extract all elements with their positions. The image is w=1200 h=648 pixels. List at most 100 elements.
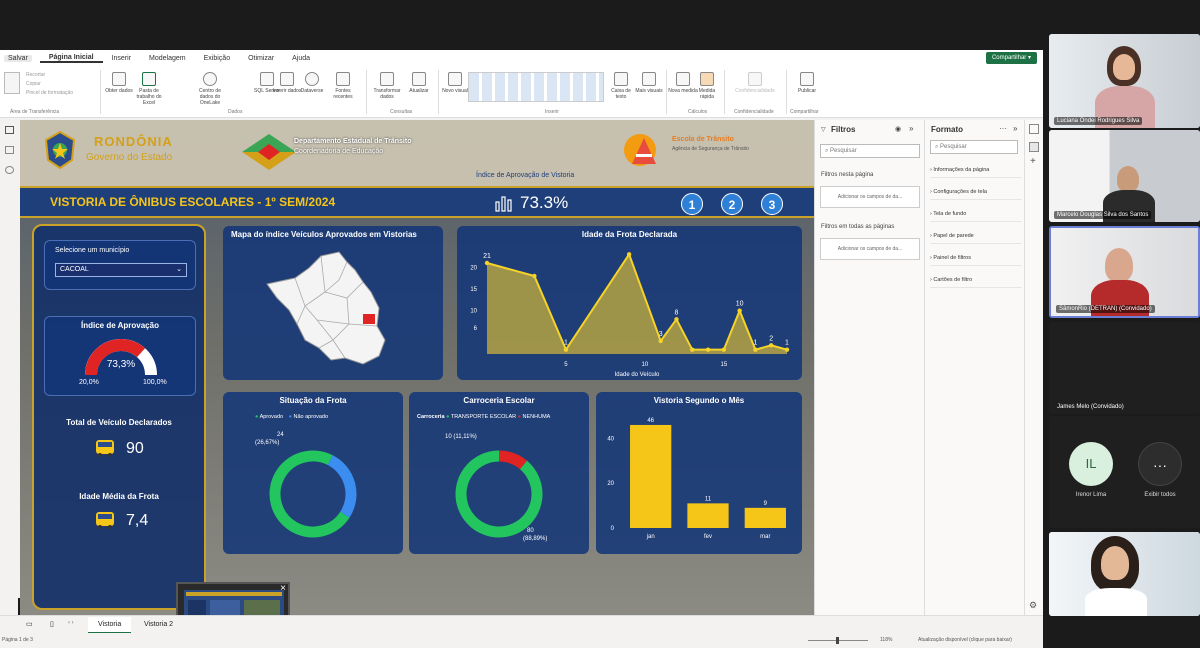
add-icon[interactable]: + — [1030, 156, 1036, 167]
mobile-view-icon[interactable]: ▯ — [50, 620, 54, 628]
excel-button[interactable]: Pasta de trabalho do Excel — [134, 72, 164, 106]
selected-municipio-region[interactable] — [363, 314, 375, 324]
format-wallpaper[interactable]: › Papel de parede — [930, 228, 1022, 244]
cut-button[interactable]: Recortar — [26, 71, 73, 80]
tab-vistoria-2[interactable]: Vistoria 2 — [136, 617, 181, 634]
data-point[interactable] — [658, 338, 663, 344]
publish-button[interactable]: Publicar — [792, 72, 822, 94]
menu-view[interactable]: Exibição — [195, 55, 239, 62]
format-search-input[interactable]: ⌕ Pesquisar — [930, 140, 1018, 154]
update-available[interactable]: Atualização disponível (clique para baix… — [918, 637, 1012, 643]
tab-nav-icon[interactable]: ‹ › — [68, 620, 74, 626]
menu-insert[interactable]: Inserir — [103, 55, 140, 62]
bar-jan[interactable] — [630, 424, 672, 528]
menu-home[interactable]: Página Inicial — [39, 54, 103, 63]
format-pane-icon[interactable] — [1029, 142, 1039, 152]
page-1-button[interactable]: 1 — [681, 193, 703, 215]
fleet-age-chart[interactable]: 6101520 2113810121 5 10 15 Idade do Veícul… — [457, 242, 802, 380]
format-canvas-background[interactable]: › Tela de fundo — [930, 206, 1022, 222]
model-view-icon[interactable] — [5, 166, 14, 174]
donut-slice-não-aprovado[interactable] — [327, 455, 357, 518]
transform-data-button[interactable]: Transformar dados — [372, 72, 402, 100]
format-filter-cards[interactable]: › Cartões de filtro — [930, 272, 1022, 288]
page-2-button[interactable]: 2 — [721, 193, 743, 215]
refresh-button[interactable]: Atualizar — [404, 72, 434, 94]
monthly-inspection-card: Vistoria Segundo o Mês 0 20 40 46 jan 11 fev 9 m… — [596, 392, 802, 554]
participant-initials-avatar[interactable]: IL — [1069, 442, 1113, 486]
format-canvas-settings[interactable]: › Configurações de tela — [930, 184, 1022, 200]
rondonia-map[interactable] — [259, 248, 409, 372]
sensitivity-button[interactable]: Confidencialidade — [730, 72, 780, 94]
collapse-icon[interactable]: » — [909, 124, 913, 133]
recent-sources-button[interactable]: Fontes recentes — [328, 72, 358, 100]
data-point[interactable] — [532, 273, 537, 279]
transform-icon — [380, 72, 394, 86]
report-view-icon[interactable] — [5, 126, 14, 134]
format-filter-pane[interactable]: › Painel de filtros — [930, 250, 1022, 266]
menu-modeling[interactable]: Modelagem — [140, 55, 195, 62]
donut-slice-transporte-escolar[interactable] — [455, 450, 543, 538]
data-point[interactable] — [484, 260, 490, 266]
view-switcher — [0, 120, 18, 615]
visual-gallery[interactable] — [468, 72, 604, 102]
monthly-inspection-chart[interactable]: 0 20 40 46 jan 11 fev 9 mar — [596, 406, 802, 554]
close-icon[interactable]: × — [280, 583, 286, 594]
data-point[interactable] — [626, 252, 632, 257]
save-button[interactable]: Salvar — [4, 54, 32, 62]
data-point[interactable] — [737, 308, 742, 313]
tab-vistoria[interactable]: Vistoria — [88, 617, 132, 634]
data-point[interactable] — [674, 317, 679, 322]
legend-dot-icon: ● — [517, 414, 521, 420]
share-button[interactable]: Compartilhar ▾ — [985, 52, 1037, 64]
filters-all-pages-dropzone[interactable]: Adicionar os campos de da... — [820, 238, 920, 260]
bar-mar[interactable] — [744, 507, 786, 528]
participant-tile[interactable]: Marcelo Douglas Silva dos Santos — [1049, 130, 1200, 222]
format-painter-button[interactable]: Pincel de formatação — [26, 89, 73, 98]
gauge-min: 20,0% — [79, 379, 99, 386]
data-point[interactable] — [705, 347, 711, 352]
fleet-status-donut[interactable] — [261, 442, 365, 546]
more-options-icon[interactable]: ··· — [999, 124, 1007, 133]
fleet-status-card: Situação da Frota ● Aprovado ● Não aprov… — [223, 392, 403, 554]
quick-measure-button[interactable]: Medida rápida — [692, 72, 722, 100]
bar-fev[interactable] — [687, 503, 729, 528]
more-visuals-button[interactable]: Mais visuais — [634, 72, 664, 94]
participant-tile[interactable]: Luciana Ondei Rodrigues Silva — [1049, 34, 1200, 128]
filters-this-page-dropzone[interactable]: Adicionar os campos de da... — [820, 186, 920, 208]
get-data-button[interactable]: Obter dados — [104, 72, 134, 94]
new-visual-button[interactable]: Novo visual — [440, 72, 470, 94]
menu-optimize[interactable]: Otimizar — [239, 55, 283, 62]
dataverse-button[interactable]: Dataverse — [297, 72, 327, 94]
collapse-icon[interactable]: » — [1013, 124, 1017, 133]
data-point[interactable] — [769, 343, 774, 348]
copy-button[interactable]: Copiar — [26, 80, 73, 89]
visuals-icon — [642, 72, 656, 86]
donut-slice-nenhuma[interactable] — [498, 450, 527, 470]
data-point[interactable] — [690, 347, 695, 352]
shield-icon — [748, 72, 762, 86]
table-view-icon[interactable] — [5, 146, 14, 154]
data-pane-icon[interactable] — [1029, 124, 1039, 134]
filters-all-pages-label: Filtros em todas as páginas — [821, 224, 895, 230]
more-participants-button[interactable]: ··· — [1138, 442, 1182, 486]
data-point[interactable] — [563, 347, 569, 352]
desktop-view-icon[interactable]: ▭ — [26, 620, 33, 628]
settings-icon[interactable]: ⚙ — [1029, 600, 1037, 611]
zoom-handle[interactable] — [836, 637, 839, 644]
municipio-dropdown[interactable]: CACOAL ⌄ — [55, 263, 187, 277]
eye-icon[interactable]: ◉ — [895, 125, 901, 133]
data-point[interactable] — [721, 347, 727, 352]
menu-help[interactable]: Ajuda — [283, 55, 319, 62]
page-3-button[interactable]: 3 — [761, 193, 783, 215]
onelake-button[interactable]: Centro de dados do OneLake — [192, 72, 228, 106]
participant-tile[interactable]: James Melo (Convidado) — [1049, 322, 1200, 414]
data-point[interactable] — [784, 347, 790, 352]
format-page-info[interactable]: › Informações da página — [930, 162, 1022, 178]
body-type-donut[interactable] — [447, 442, 551, 546]
text-box-button[interactable]: Caixa de texto — [606, 72, 636, 100]
participant-tile-speaking[interactable]: SâmonRio (DETRAN) (Convidado) — [1049, 226, 1200, 318]
data-point[interactable] — [753, 347, 758, 352]
paste-icon[interactable] — [4, 72, 20, 94]
filters-search-input[interactable]: ⌕ Pesquisar — [820, 144, 920, 158]
participant-tile-self[interactable] — [1049, 532, 1200, 616]
